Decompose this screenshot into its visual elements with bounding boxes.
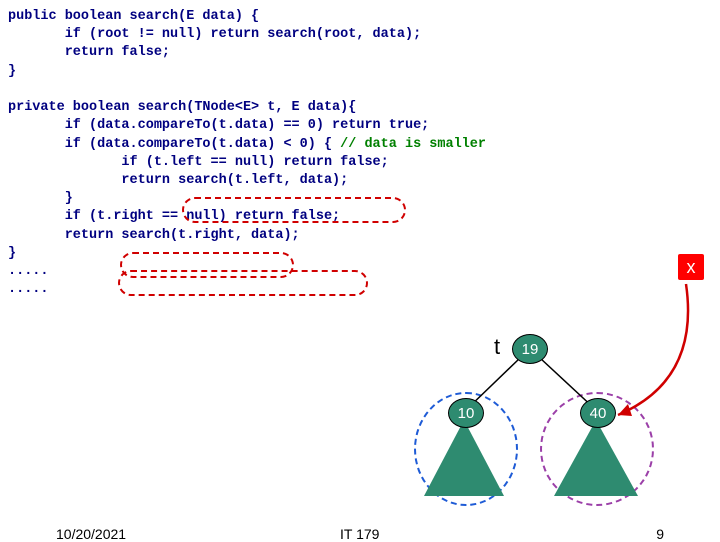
code-line: return false; [8,45,170,60]
code-line: if (t.left == null) return false; [8,155,389,170]
tree-node-left: 10 [448,398,484,428]
code-line: private boolean search(TNode<E> t, E dat… [8,100,356,115]
node-value: 19 [522,341,539,358]
triangle-left [424,420,504,496]
pointer-label-t: t [494,334,500,360]
code-line: } [8,191,73,206]
x-marker: x [678,254,704,280]
dashed-oval-left [414,392,518,506]
code-comment: // data is smaller [340,137,486,152]
dashed-oval-right [540,392,654,506]
tree-node-root: 19 [512,334,548,364]
code-line: ..... [8,282,49,297]
node-value: 10 [458,405,475,422]
triangle-right [554,420,638,496]
code-line: if (t.right == null) return false; [8,209,340,224]
tree-node-right: 40 [580,398,616,428]
code-line: if (root != null) return search(root, da… [8,27,421,42]
code-line: return search(t.left, data); [8,173,348,188]
code-line: } [8,246,16,261]
code-block: public boolean search(E data) { if (root… [8,8,486,300]
code-line: if (data.compareTo(t.data) == 0) return … [8,118,429,133]
code-line: if (data.compareTo(t.data) < 0) { [8,137,340,152]
code-line: public boolean search(E data) { [8,9,259,24]
code-line: } [8,64,16,79]
code-line: ..... [8,264,49,279]
node-value: 40 [590,405,607,422]
code-line: return search(t.right, data); [8,228,300,243]
